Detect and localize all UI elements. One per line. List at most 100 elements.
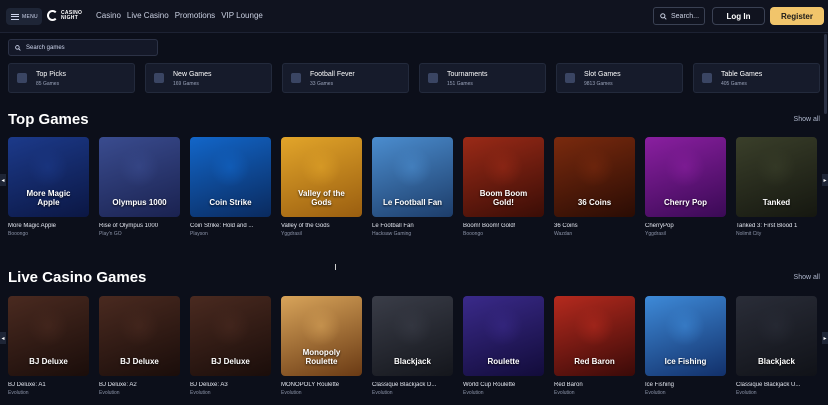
game-art-glow — [210, 306, 250, 346]
game-thumbnail[interactable]: Olympus 1000 — [99, 137, 180, 217]
game-art-title: Valley of the Gods — [298, 189, 345, 207]
game-name: 36 Coins — [554, 223, 578, 229]
logo-text: CASINO NIGHT — [61, 9, 83, 21]
game-art-title: Coin Strike — [209, 198, 252, 207]
category-count: 9813 Games — [584, 81, 613, 87]
game-thumbnail[interactable]: Tanked — [736, 137, 817, 217]
top-games-scroll-right-arrow[interactable]: ▸ — [822, 174, 828, 186]
login-button[interactable]: Log In — [712, 7, 765, 25]
hamburger-icon — [11, 13, 19, 20]
game-card[interactable]: Olympus 1000 Rise of Olympus 1000 Play'n G… — [99, 137, 180, 237]
category-card[interactable]: Top Picks 85 Games — [8, 63, 135, 93]
game-provider: Booongo — [8, 231, 29, 237]
game-card[interactable]: BJ Deluxe BJ Deluxe: A2 Evolution — [99, 296, 180, 396]
category-card[interactable]: New Games 169 Games — [145, 63, 272, 93]
game-art-glow — [483, 306, 523, 346]
game-card[interactable]: 36 Coins 36 Coins Wazdan — [554, 137, 635, 237]
nav-promotions[interactable]: Promotions — [175, 11, 215, 20]
menu-button[interactable]: MENU — [6, 8, 42, 25]
game-art-title: 36 Coins — [577, 198, 612, 207]
game-art-title: BJ Deluxe — [29, 357, 68, 366]
category-row: Top Picks 85 Games New Games 169 Games Footb… — [8, 63, 820, 93]
game-card[interactable]: Monopoly Roulette MONOPOLY Roulette Evolut… — [281, 296, 362, 396]
game-card[interactable]: Valley of the Gods Valley of the Gods Yggd… — [281, 137, 362, 237]
game-card[interactable]: BJ Deluxe BJ Deluxe: A1 Evolution — [8, 296, 89, 396]
category-title: Football Fever — [310, 71, 355, 78]
category-count: 33 Games — [310, 81, 334, 87]
category-card[interactable]: Football Fever 33 Games — [282, 63, 409, 93]
category-card[interactable]: Tournaments 151 Games — [419, 63, 546, 93]
game-card[interactable]: Cherry Pop CherryPop Yggdrasil — [645, 137, 726, 237]
game-thumbnail[interactable]: Valley of the Gods — [281, 137, 362, 217]
game-art-title: Monopoly Roulette — [302, 348, 341, 366]
game-thumbnail[interactable]: Roulette — [463, 296, 544, 376]
game-thumbnail[interactable]: Boom Boom Gold! — [463, 137, 544, 217]
live-casino-scroll-left-arrow[interactable]: ◂ — [0, 332, 6, 344]
game-thumbnail[interactable]: Monopoly Roulette — [281, 296, 362, 376]
game-card[interactable]: Red Baron Red Baron Evolution — [554, 296, 635, 396]
game-card[interactable]: More Magic Apple More Magic Apple Booongo — [8, 137, 89, 237]
top-games-title: Top Games — [8, 111, 89, 128]
top-games-row: More Magic Apple More Magic Apple Booongo O… — [8, 137, 828, 249]
register-button[interactable]: Register — [770, 7, 824, 25]
game-provider: Playson — [190, 231, 208, 237]
game-art-glow — [392, 306, 432, 346]
category-card[interactable]: Slot Games 9813 Games — [556, 63, 683, 93]
game-provider: Evolution — [281, 390, 302, 396]
game-card[interactable]: Blackjack Classique Blackjack U... Evoluti… — [736, 296, 817, 396]
nav-casino[interactable]: Casino — [96, 11, 121, 20]
casino-night-logo[interactable]: CASINO NIGHT — [47, 10, 82, 21]
search-icon — [660, 12, 667, 20]
search-games-input[interactable]: Search games — [8, 39, 158, 56]
category-count: 405 Games — [721, 81, 747, 87]
game-card[interactable]: Boom Boom Gold! Boom! Boom! Gold! Booongo — [463, 137, 544, 237]
game-art-glow — [301, 306, 341, 346]
game-provider: Nolimit City — [736, 231, 762, 237]
page-scrollbar[interactable] — [824, 34, 827, 114]
game-card[interactable]: Le Football Fan Le Football Fan Hacksaw Ga… — [372, 137, 453, 237]
game-art-glow — [574, 147, 614, 187]
category-count: 169 Games — [173, 81, 199, 87]
game-art-glow — [28, 306, 68, 346]
game-art-glow — [574, 306, 614, 346]
top-games-scroll-left-arrow[interactable]: ◂ — [0, 174, 6, 186]
game-card[interactable]: Ice Fishing Ice Fishing Evolution — [645, 296, 726, 396]
live-casino-show-all[interactable]: Show all — [794, 274, 820, 281]
game-thumbnail[interactable]: Ice Fishing — [645, 296, 726, 376]
search-games-placeholder: Search games — [26, 44, 65, 51]
game-name: CherryPop — [645, 223, 674, 229]
game-name: World Cup Roulette — [463, 382, 516, 388]
top-bar: MENU CASINO NIGHT Casino Live Casino Prom… — [0, 0, 828, 33]
game-thumbnail[interactable]: BJ Deluxe — [8, 296, 89, 376]
game-thumbnail[interactable]: 36 Coins — [554, 137, 635, 217]
game-card[interactable]: Blackjack Classique Blackjack D... Evoluti… — [372, 296, 453, 396]
category-card[interactable]: Table Games 405 Games — [693, 63, 820, 93]
game-card[interactable]: Coin Strike Coin Strike: Hold and ... Play… — [190, 137, 271, 237]
game-art-glow — [665, 306, 705, 346]
game-card[interactable]: BJ Deluxe BJ Deluxe: A3 Evolution — [190, 296, 271, 396]
live-casino-scroll-right-arrow[interactable]: ▸ — [822, 332, 828, 344]
game-thumbnail[interactable]: BJ Deluxe — [99, 296, 180, 376]
game-thumbnail[interactable]: BJ Deluxe — [190, 296, 271, 376]
game-card[interactable]: Tanked Tanked 3: First Blood 1 Nolimit Cit… — [736, 137, 817, 237]
game-thumbnail[interactable]: Red Baron — [554, 296, 635, 376]
game-provider: Evolution — [554, 390, 575, 396]
game-art-title: Le Football Fan — [382, 198, 443, 207]
game-card[interactable]: Roulette World Cup Roulette Evolution — [463, 296, 544, 396]
top-games-show-all[interactable]: Show all — [794, 116, 820, 123]
game-art-title: BJ Deluxe — [120, 357, 159, 366]
category-title: Top Picks — [36, 71, 66, 78]
game-art-title: Blackjack — [394, 357, 431, 366]
game-thumbnail[interactable]: Blackjack — [372, 296, 453, 376]
game-thumbnail[interactable]: More Magic Apple — [8, 137, 89, 217]
game-name: Coin Strike: Hold and ... — [190, 223, 254, 229]
nav-vip-lounge[interactable]: VIP Lounge — [221, 11, 263, 20]
header-search-button[interactable]: Search... — [653, 7, 705, 25]
game-thumbnail[interactable]: Coin Strike — [190, 137, 271, 217]
game-name: Classique Blackjack U... — [736, 382, 801, 388]
nav-live-casino[interactable]: Live Casino — [127, 11, 169, 20]
game-thumbnail[interactable]: Cherry Pop — [645, 137, 726, 217]
game-thumbnail[interactable]: Blackjack — [736, 296, 817, 376]
game-art-title: Cherry Pop — [663, 198, 708, 207]
game-thumbnail[interactable]: Le Football Fan — [372, 137, 453, 217]
